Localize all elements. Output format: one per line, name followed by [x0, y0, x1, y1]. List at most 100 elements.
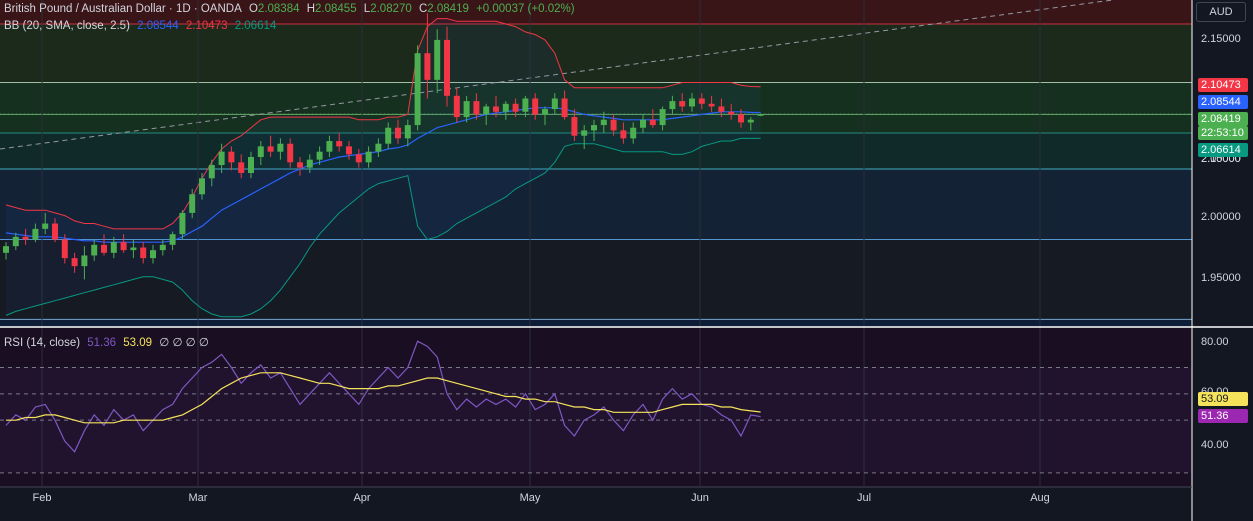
candle-body	[728, 111, 735, 115]
candle-body	[375, 143, 382, 152]
rsi-label: RSI (14, close)	[4, 337, 81, 349]
time-axis-label: Mar	[188, 492, 208, 504]
ohlc-close: C2.08419	[418, 3, 469, 15]
candle-body	[689, 98, 695, 107]
candle-body	[404, 125, 411, 139]
bb-basis-tag: 2.08544	[1198, 95, 1248, 109]
candle-body	[591, 125, 597, 131]
candle-body	[169, 234, 176, 245]
candle-body	[277, 143, 284, 152]
candle-body	[640, 119, 646, 128]
candle-body	[453, 95, 460, 118]
candle-body	[218, 151, 225, 165]
candle-body	[159, 244, 166, 251]
candle-body	[747, 119, 754, 123]
candle-body	[532, 98, 539, 115]
candle-body	[52, 223, 58, 240]
candle-body	[434, 39, 441, 80]
price-axis-label: 2.15000	[1201, 33, 1241, 45]
candle-body	[110, 242, 117, 253]
candle-body	[32, 228, 39, 240]
candle-body	[208, 164, 215, 179]
candle-body	[22, 236, 29, 240]
candle-body	[444, 39, 450, 96]
candle-body	[649, 119, 656, 126]
candle-body	[257, 146, 264, 158]
candle-body	[669, 101, 676, 110]
time-axis-label: Aug	[1030, 492, 1050, 504]
candle-body	[757, 114, 764, 116]
candle-body	[326, 141, 333, 152]
candle-body	[620, 130, 627, 139]
bb-upper-value: 2.10473	[185, 20, 228, 32]
symbol-title: British Pound / Australian Dollar · 1D ·…	[4, 3, 242, 15]
candle-body	[189, 194, 196, 213]
price-zone	[0, 23, 1192, 83]
candle-body	[287, 143, 294, 163]
candle-body	[542, 109, 548, 115]
rsi-band-fill	[0, 367, 1192, 473]
time-axis-label: Feb	[32, 492, 52, 504]
currency-selector[interactable]: AUD	[1196, 2, 1246, 22]
symbol-legend: British Pound / Australian Dollar · 1D ·…	[4, 3, 579, 15]
candle-body	[42, 223, 49, 229]
bb-legend[interactable]: BB (20, SMA, close, 2.5) 2.08544 2.10473…	[4, 20, 280, 32]
candle-body	[610, 119, 617, 131]
candle-body	[150, 250, 156, 259]
candle-body	[130, 247, 137, 251]
candle-body	[424, 53, 431, 80]
candle-body	[3, 246, 9, 253]
candle-body	[346, 146, 352, 155]
candle-body	[199, 178, 205, 195]
rsi-extra: ∅ ∅ ∅ ∅	[159, 337, 209, 349]
candle-body	[414, 53, 421, 126]
candle-body	[12, 236, 19, 247]
bb-lower-value: 2.06614	[234, 20, 277, 32]
ohlc-high: H2.08455	[306, 3, 357, 15]
candle-body	[316, 151, 323, 160]
candle-body	[336, 141, 343, 147]
candle-body	[581, 130, 588, 136]
candle-body	[179, 212, 186, 235]
bb-lower-tag: 2.06614	[1198, 143, 1248, 157]
candle-body	[306, 159, 313, 168]
price-axis-label: 1.95000	[1201, 272, 1241, 284]
candle-body	[551, 98, 558, 110]
candle-body	[718, 106, 725, 112]
candle-body	[561, 98, 568, 118]
candle-body	[698, 98, 705, 104]
candle-body	[679, 101, 686, 107]
price-zone	[0, 319, 1192, 326]
candle-body	[659, 109, 666, 126]
price-chart[interactable]	[0, 0, 1253, 521]
ohlc-change: +0.00037 (+0.02%)	[476, 3, 575, 15]
ohlc-open: O2.08384	[248, 3, 300, 15]
candle-body	[483, 106, 490, 115]
rsi-value: 51.36	[87, 337, 117, 349]
close-price-tag: 2.08419	[1198, 112, 1248, 126]
candle-body	[522, 98, 529, 112]
rsi-ma-value: 53.09	[123, 337, 153, 349]
bb-label: BB (20, SMA, close, 2.5)	[4, 20, 130, 32]
candle-body	[297, 162, 303, 168]
candle-body	[228, 151, 235, 163]
candle-body	[600, 119, 607, 126]
time-axis-label: Jul	[856, 492, 872, 504]
candle-body	[71, 258, 78, 267]
time-axis-label: Apr	[353, 492, 371, 504]
candle-body	[502, 103, 509, 112]
candle-body	[738, 114, 744, 123]
rsi-tag: 51.36	[1198, 409, 1248, 423]
candle-body	[365, 151, 372, 163]
candle-body	[140, 247, 147, 259]
ohlc-low: L2.08270	[363, 3, 412, 15]
candle	[414, 45, 421, 131]
rsi-ma-tag: 53.09	[1198, 392, 1248, 406]
candle-body	[385, 127, 392, 144]
bb-basis-value: 2.08544	[137, 20, 179, 32]
candle-body	[708, 103, 715, 107]
candle-body	[493, 106, 499, 112]
candle-body	[91, 244, 98, 256]
rsi-legend[interactable]: RSI (14, close) 51.36 53.09 ∅ ∅ ∅ ∅	[4, 335, 213, 349]
candle-body	[355, 154, 362, 163]
